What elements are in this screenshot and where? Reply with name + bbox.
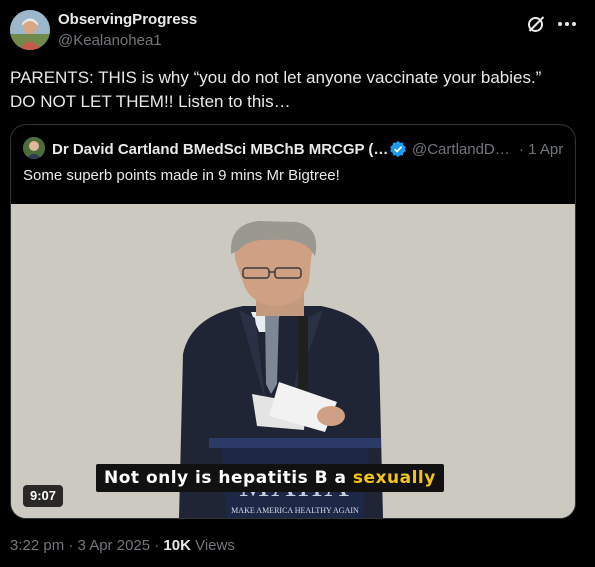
video-player[interactable]: MAHA MAKE AMERICA HEALTHY AGAIN Not only… xyxy=(11,204,575,518)
timestamp[interactable]: 3:22 pm · 3 Apr 2025 · xyxy=(10,537,163,554)
views-count: 10K xyxy=(163,537,191,554)
views-label: Views xyxy=(190,537,235,554)
tweet-text-line-1: PARENTS: THIS is why “you do not let any… xyxy=(10,68,542,87)
tweet-footer: 3:22 pm · 3 Apr 2025 · 10K Views xyxy=(10,537,235,554)
podium-tagline: MAKE AMERICA HEALTHY AGAIN xyxy=(231,506,359,515)
quoted-author-name[interactable]: Dr David Cartland BMedSci MBChB MRCGP (… xyxy=(52,141,388,158)
tweet: ObservingProgress @Kealanohea1 PARENTS: … xyxy=(0,0,595,567)
tweet-text-line-2: DO NOT LET THEM!! Listen to this… xyxy=(10,92,291,111)
verified-badge-icon xyxy=(390,140,406,158)
more-icon[interactable] xyxy=(556,14,578,34)
author-handle[interactable]: @Kealanohea1 xyxy=(58,32,162,49)
quoted-author-handle[interactable]: @CartlandD… xyxy=(412,141,510,158)
quoted-author-avatar[interactable] xyxy=(23,137,45,159)
quoted-date[interactable]: · 1 Apr xyxy=(519,141,563,158)
quoted-text: Some superb points made in 9 mins Mr Big… xyxy=(23,167,340,184)
tweet-text: PARENTS: THIS is why “you do not let any… xyxy=(10,66,580,114)
grok-icon[interactable] xyxy=(526,14,546,34)
video-duration-badge: 9:07 xyxy=(23,485,64,507)
author-avatar[interactable] xyxy=(10,10,50,50)
video-caption: Not only is hepatitis B a sexually xyxy=(96,464,444,492)
caption-main: Not only is hepatitis B a xyxy=(104,468,353,488)
quoted-tweet[interactable]: Dr David Cartland BMedSci MBChB MRCGP (…… xyxy=(10,124,576,519)
caption-highlight: sexually xyxy=(352,468,436,488)
author-name[interactable]: ObservingProgress xyxy=(58,11,197,28)
